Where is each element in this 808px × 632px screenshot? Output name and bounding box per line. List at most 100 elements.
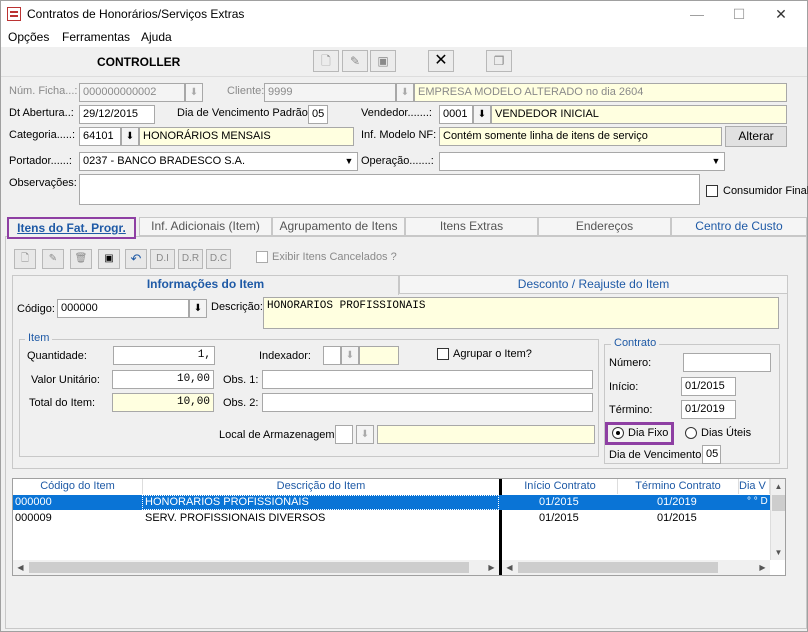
new-doc-button[interactable]: 🗋 bbox=[313, 50, 339, 72]
valor-unitario-label: Valor Unitário: bbox=[31, 374, 100, 386]
codigo-label: Código: bbox=[17, 303, 55, 315]
chevron-down-icon: ▼ bbox=[341, 153, 357, 170]
inicio-field[interactable]: 01/2015 bbox=[681, 377, 736, 396]
tab-itens-extras[interactable]: Itens Extras bbox=[405, 217, 538, 236]
tab-informacoes-item[interactable]: Informações do Item bbox=[12, 275, 399, 295]
portador-value: 0237 - BANCO BRADESCO S.A. bbox=[83, 155, 245, 167]
portador-label: Portador......: bbox=[9, 155, 72, 167]
cell-descricao: SERV. PROFISSIONAIS DIVERSOS bbox=[145, 512, 326, 524]
save-button[interactable]: ▣ bbox=[370, 50, 396, 72]
scroll-thumb[interactable] bbox=[29, 562, 469, 573]
numero-field[interactable] bbox=[683, 353, 771, 372]
codigo-lookup-button[interactable]: ⬇ bbox=[189, 299, 207, 318]
item-group-title: Item bbox=[25, 332, 53, 344]
termino-field[interactable]: 01/2019 bbox=[681, 400, 736, 419]
grid-header-descricao[interactable]: Descrição do Item bbox=[143, 479, 500, 494]
categoria-code-field[interactable]: 64101 bbox=[79, 127, 121, 146]
menu-ajuda[interactable]: Ajuda bbox=[141, 30, 172, 44]
dt-abertura-field[interactable]: 29/12/2015 bbox=[79, 105, 155, 124]
dia-vencimento-field[interactable]: 05 bbox=[702, 445, 721, 464]
dia-venc-padrao-label: Dia de Vencimento Padrão: bbox=[177, 107, 311, 119]
alterar-button[interactable]: Alterar bbox=[725, 126, 787, 147]
download-arrow-icon: ⬇ bbox=[360, 429, 370, 440]
vertical-scrollbar[interactable]: ▲ ▼ bbox=[770, 479, 785, 560]
dia-venc-padrao-field[interactable]: 05 bbox=[308, 105, 328, 124]
scroll-down-icon[interactable]: ▼ bbox=[771, 545, 786, 560]
local-armazenagem-field[interactable] bbox=[335, 425, 353, 444]
cliente-label: Cliente: bbox=[227, 85, 265, 97]
maximize-button[interactable]: ☐ bbox=[719, 3, 759, 25]
tab-itens-fat-progr[interactable]: Itens do Fat. Progr. bbox=[7, 217, 136, 239]
scroll-right-icon[interactable]: ▶ bbox=[755, 560, 770, 575]
indexador-field[interactable] bbox=[323, 346, 341, 365]
scroll-thumb[interactable] bbox=[772, 495, 785, 511]
observacoes-label: Observações: bbox=[9, 177, 77, 189]
inicio-label: Início: bbox=[609, 381, 639, 393]
app-icon bbox=[7, 7, 21, 21]
exibir-cancelados-label: Exibir Itens Cancelados ? bbox=[272, 251, 397, 263]
valor-unitario-field[interactable]: 10,00 bbox=[112, 370, 214, 389]
vendedor-code-field[interactable]: 0001 bbox=[439, 105, 473, 124]
edit-item-button: ✎ bbox=[42, 249, 64, 269]
quantidade-field[interactable]: 1, bbox=[113, 346, 215, 365]
close-icon: ✕ bbox=[434, 52, 448, 69]
copy-button[interactable]: ❐ bbox=[486, 50, 512, 72]
obs1-field[interactable] bbox=[262, 370, 593, 389]
menu-ferramentas[interactable]: Ferramentas bbox=[62, 30, 130, 44]
window-title: Contratos de Honorários/Serviços Extras bbox=[27, 7, 245, 21]
edit-button[interactable]: ✎ bbox=[342, 50, 368, 72]
dia-fixo-label: Dia Fixo bbox=[628, 427, 669, 439]
dias-uteis-radio[interactable] bbox=[685, 427, 697, 439]
obs2-field[interactable] bbox=[262, 393, 593, 412]
scroll-thumb[interactable] bbox=[518, 562, 718, 573]
toolbar-divider bbox=[1, 76, 807, 77]
tab-desconto-reajuste[interactable]: Desconto / Reajuste do Item bbox=[399, 275, 788, 294]
cancel-button[interactable]: ✕ bbox=[428, 50, 454, 72]
undo-button[interactable]: ↶ bbox=[125, 249, 147, 269]
save-item-button[interactable]: ▣ bbox=[98, 249, 120, 269]
codigo-field[interactable]: 000000 bbox=[57, 299, 189, 318]
dia-vencimento-label: Dia de Vencimento: bbox=[609, 449, 705, 461]
toolbar-title: CONTROLLER bbox=[97, 55, 181, 69]
tab-inf-adicionais[interactable]: Inf. Adicionais (Item) bbox=[139, 217, 272, 236]
total-field: 10,00 bbox=[112, 393, 214, 412]
grid-header-inicio[interactable]: Início Contrato bbox=[503, 479, 618, 494]
minimize-button[interactable]: — bbox=[677, 3, 717, 25]
scroll-up-icon[interactable]: ▲ bbox=[771, 479, 786, 494]
quantidade-label: Quantidade: bbox=[27, 350, 87, 362]
categoria-name-field: HONORÁRIOS MENSAIS bbox=[139, 127, 354, 146]
consumidor-final-checkbox[interactable] bbox=[706, 185, 718, 197]
grid-header-termino[interactable]: Término Contrato bbox=[618, 479, 739, 494]
dt-abertura-label: Dt Abertura..: bbox=[9, 107, 74, 119]
local-armazenagem-lookup-button: ⬇ bbox=[356, 425, 374, 444]
new-item-button: 🗋 bbox=[14, 249, 36, 269]
agrupar-checkbox[interactable] bbox=[437, 348, 449, 360]
grid-header-codigo[interactable]: Código do Item bbox=[13, 479, 143, 494]
download-arrow-icon: ⬇ bbox=[345, 350, 355, 361]
scroll-right-icon[interactable]: ▶ bbox=[484, 560, 499, 575]
menu-opcoes[interactable]: Opções bbox=[8, 30, 49, 44]
dias-uteis-label: Dias Úteis bbox=[701, 427, 752, 439]
observacoes-textarea[interactable] bbox=[79, 174, 700, 205]
close-window-button[interactable]: ✕ bbox=[761, 3, 801, 25]
scroll-left-icon[interactable]: ◀ bbox=[13, 560, 28, 575]
dia-fixo-radio[interactable] bbox=[612, 427, 624, 439]
cell-descricao: HONORARIOS PROFISSIONAIS bbox=[145, 496, 309, 508]
portador-select[interactable]: 0237 - BANCO BRADESCO S.A. ▼ bbox=[79, 152, 358, 171]
menu-bar: Opções Ferramentas Ajuda bbox=[1, 27, 807, 47]
scroll-left-icon[interactable]: ◀ bbox=[502, 560, 517, 575]
tab-enderecos[interactable]: Endereços bbox=[538, 217, 671, 236]
tab-centro-custo[interactable]: Centro de Custo bbox=[671, 217, 807, 236]
floppy-disk-icon: ▣ bbox=[104, 253, 114, 264]
operacao-select[interactable]: ▼ bbox=[439, 152, 725, 171]
categoria-lookup-button[interactable]: ⬇ bbox=[121, 127, 139, 146]
tab-agrupamento[interactable]: Agrupamento de Itens bbox=[272, 217, 405, 236]
vendedor-lookup-button[interactable]: ⬇ bbox=[473, 105, 491, 124]
indexador-lookup-button: ⬇ bbox=[341, 346, 359, 365]
horizontal-scrollbar-left[interactable]: ◀ ▶ bbox=[13, 560, 499, 575]
exibir-cancelados-checkbox bbox=[256, 251, 268, 263]
descricao-field[interactable]: HONORARIOS PROFISSIONAIS bbox=[263, 297, 779, 329]
horizontal-scrollbar-right[interactable]: ◀ ▶ bbox=[502, 560, 770, 575]
grid-header-dia[interactable]: Dia V bbox=[739, 479, 770, 494]
inf-modelo-field: Contém somente linha de itens de serviço bbox=[439, 127, 722, 146]
